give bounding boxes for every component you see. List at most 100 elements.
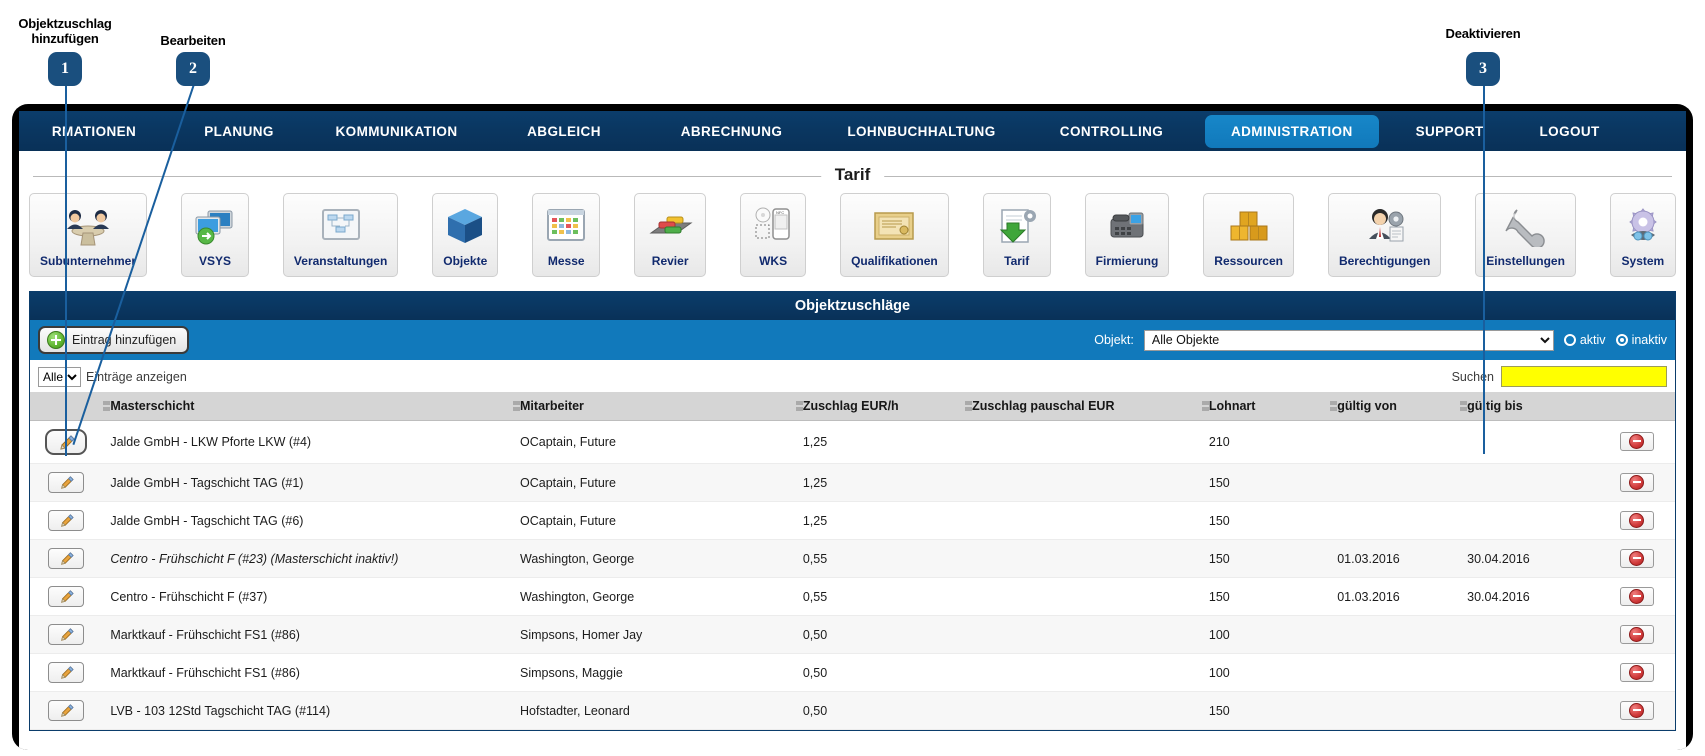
radio-inaktiv-indicator[interactable] — [1615, 334, 1628, 346]
deactivate-row-button[interactable] — [1619, 624, 1654, 644]
module-system[interactable]: System — [1609, 193, 1676, 277]
cell-zuschlag-eurh: 0,50 — [794, 653, 965, 692]
module-buttons: Subunternehmer VSYS Veranstaltungen Obje… — [19, 193, 1686, 277]
cell-lohnart: 150 — [1200, 577, 1330, 616]
module-einstellungen[interactable]: Einstellungen — [1475, 193, 1576, 277]
cell-delete — [1598, 463, 1675, 502]
radio-aktiv-indicator[interactable] — [1563, 334, 1576, 346]
cell-mitarbeiter: Simpsons, Maggie — [512, 653, 795, 692]
cell-zuschlag-eurh: 1,25 — [794, 501, 965, 540]
cell-lohnart: 150 — [1200, 501, 1330, 540]
module-strip: Tarif Subunternehmer VSYS Veranstaltunge… — [19, 151, 1686, 285]
search-input[interactable] — [1501, 366, 1667, 387]
module-qualifikationen[interactable]: Qualifikationen — [840, 193, 949, 277]
nav-item-logout[interactable]: LOGOUT — [1515, 115, 1625, 148]
module-tarif[interactable]: Tarif — [982, 193, 1051, 277]
nav-item-informationen[interactable]: RMATIONEN — [19, 115, 169, 148]
cell-mitarbeiter: OCaptain, Future — [512, 420, 795, 464]
page-length-select[interactable]: Alle — [38, 366, 81, 387]
col-zuschlag-pauschal-header[interactable]: Zuschlag pauschal EUR — [964, 392, 1201, 421]
nav-item-kommunikation[interactable]: KOMMUNIKATION — [309, 115, 484, 148]
radio-aktiv[interactable]: aktiv — [1563, 333, 1606, 347]
col-lohnart-header[interactable]: Lohnart — [1200, 392, 1330, 421]
module-vsys[interactable]: VSYS — [180, 193, 249, 277]
col-mitarbeiter-header[interactable]: Mitarbeiter — [512, 392, 795, 421]
table-row: Marktkauf - Frühschicht FS1 (#86) Simpso… — [30, 615, 1675, 654]
radio-aktiv-label: aktiv — [1579, 333, 1606, 347]
objekt-filter-select[interactable]: Alle Objekte — [1143, 329, 1554, 351]
cell-edit — [30, 615, 103, 654]
callout-line-1 — [65, 84, 67, 456]
module-messe[interactable]: Messe — [532, 193, 601, 277]
col-masterschicht-header[interactable]: Masterschicht — [102, 392, 513, 421]
cell-edit — [30, 577, 103, 616]
module-veranstaltungen[interactable]: Veranstaltungen — [282, 193, 399, 277]
module-wks[interactable]: NFC WKS — [740, 193, 807, 277]
nav-item-lohnbuchhaltung[interactable]: LOHNBUCHHALTUNG — [819, 115, 1024, 148]
certificate-icon — [851, 200, 938, 251]
module-berechtigungen[interactable]: Berechtigungen — [1327, 193, 1442, 277]
pencil-icon — [60, 514, 74, 527]
cell-gueltig-von: 01.03.2016 — [1329, 577, 1460, 616]
cell-delete — [1598, 653, 1675, 692]
module-objekte[interactable]: Objekte — [432, 193, 499, 277]
edit-row-button[interactable] — [48, 586, 85, 607]
cell-gueltig-bis: 30.04.2016 — [1459, 577, 1599, 616]
deactivate-row-button[interactable] — [1619, 662, 1654, 682]
cell-mitarbeiter: Hofstadter, Leonard — [512, 691, 795, 730]
table-header-row: Masterschicht Mitarbeiter Zuschlag EUR/h… — [30, 392, 1675, 421]
edit-row-button[interactable] — [48, 510, 85, 531]
col-gueltig-bis-header[interactable]: gültig bis — [1459, 392, 1599, 421]
panel-toolbar: Eintrag hinzufügen Objekt: Alle Objekte … — [30, 320, 1675, 360]
callout-label-3: Deaktivieren — [1445, 26, 1521, 41]
module-revier[interactable]: Revier — [634, 193, 707, 277]
deactivate-row-button[interactable] — [1619, 510, 1654, 530]
nav-item-support[interactable]: SUPPORT — [1385, 115, 1515, 148]
edit-row-button[interactable] — [48, 548, 85, 569]
window-content: RMATIONEN PLANUNG KOMMUNIKATION ABGLEICH… — [19, 111, 1686, 750]
search-label: Suchen — [1451, 369, 1494, 384]
module-label: Firmierung — [1095, 254, 1159, 268]
nfc-phone-icon: NFC — [751, 200, 795, 251]
module-firmierung[interactable]: Firmierung — [1084, 193, 1170, 277]
deactivate-row-button[interactable] — [1619, 472, 1654, 492]
cell-lohnart: 210 — [1200, 420, 1330, 464]
cell-zuschlag-eurh: 0,55 — [794, 539, 965, 578]
page-length-label: Einträge anzeigen — [86, 369, 187, 384]
pencil-icon — [60, 552, 74, 565]
cell-lohnart: 150 — [1200, 539, 1330, 578]
gold-boxes-icon — [1214, 200, 1283, 251]
panel-title: Objektzuschläge — [30, 292, 1675, 320]
cell-masterschicht: Centro - Frühschicht F (#37) — [102, 577, 513, 616]
deactivate-row-button[interactable] — [1619, 586, 1654, 606]
module-ressourcen[interactable]: Ressourcen — [1203, 193, 1294, 277]
cell-zuschlag-pauschal — [964, 463, 1201, 502]
nav-item-controlling[interactable]: CONTROLLING — [1024, 115, 1199, 148]
deactivate-row-button[interactable] — [1619, 548, 1654, 568]
nav-item-planung[interactable]: PLANUNG — [169, 115, 309, 148]
cell-zuschlag-pauschal — [964, 539, 1201, 578]
edit-row-button[interactable] — [48, 472, 85, 493]
module-label: Ressourcen — [1214, 254, 1283, 268]
cell-zuschlag-pauschal — [964, 691, 1201, 730]
cell-zuschlag-pauschal — [964, 577, 1201, 616]
nav-item-abgleich[interactable]: ABGLEICH — [484, 115, 644, 148]
nav-item-administration[interactable]: ADMINISTRATION — [1205, 114, 1379, 148]
edit-row-button[interactable] — [48, 662, 85, 683]
deactivate-row-button[interactable] — [1619, 700, 1654, 720]
callout-line-3 — [1483, 84, 1485, 454]
cell-mitarbeiter: OCaptain, Future — [512, 463, 795, 502]
col-gueltig-von-header[interactable]: gültig von — [1329, 392, 1460, 421]
deactivate-row-button[interactable] — [1619, 432, 1654, 451]
cell-gueltig-von — [1329, 463, 1460, 502]
col-zuschlag-eurh-header[interactable]: Zuschlag EUR/h — [794, 392, 965, 421]
nav-item-abrechnung[interactable]: ABRECHNUNG — [644, 115, 819, 148]
edit-row-button[interactable] — [48, 700, 85, 721]
radio-inaktiv[interactable]: inaktiv — [1615, 333, 1667, 347]
cell-edit — [30, 653, 103, 692]
add-entry-button[interactable]: Eintrag hinzufügen — [38, 326, 190, 354]
cell-lohnart: 150 — [1200, 463, 1330, 502]
cell-zuschlag-pauschal — [964, 615, 1201, 654]
module-subunternehmer[interactable]: Subunternehmer — [29, 193, 148, 277]
edit-row-button[interactable] — [48, 624, 85, 645]
